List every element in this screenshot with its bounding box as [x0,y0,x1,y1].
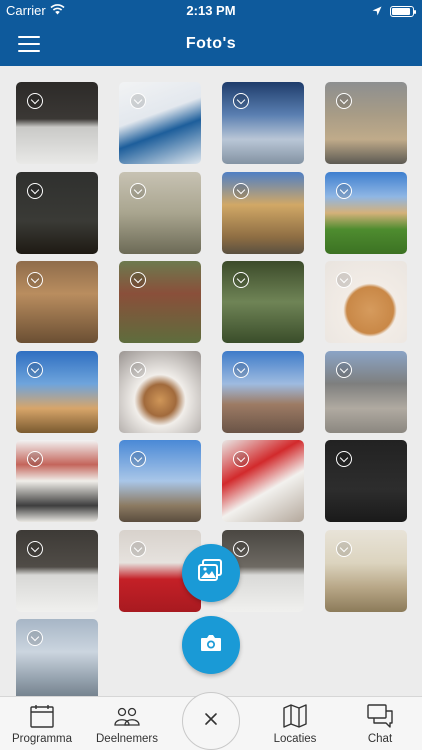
navigation-bar: Foto's [0,22,422,66]
chevron-down-icon[interactable] [336,540,352,557]
chevron-down-icon[interactable] [336,451,352,467]
tab-chat[interactable]: Chat [338,697,422,750]
tab-label: Chat [367,733,393,745]
photo-thumbnail[interactable] [16,82,98,164]
photo-thumbnail[interactable] [325,529,407,612]
location-arrow-icon [372,4,382,19]
chevron-down-icon[interactable] [233,540,249,557]
gallery-icon [197,558,225,589]
photo-thumbnail[interactable] [325,82,407,164]
battery-icon [390,6,416,17]
photo-thumbnail[interactable] [16,350,98,433]
chevron-down-icon[interactable] [27,93,43,109]
chevron-down-icon[interactable] [130,361,146,378]
photo-thumbnail[interactable] [119,171,201,254]
tab-programma[interactable]: Programma [0,697,84,750]
photo-thumbnail[interactable] [16,619,98,701]
photo-thumbnail[interactable] [325,171,407,254]
chevron-down-icon[interactable] [233,272,249,288]
chevron-down-icon[interactable] [233,93,249,109]
chevron-down-icon[interactable] [27,630,43,646]
photo-thumbnail[interactable] [222,440,304,522]
photo-thumbnail[interactable] [325,350,407,433]
calendar-icon [0,697,84,729]
photo-thumbnail[interactable] [222,171,304,254]
photo-thumbnail[interactable] [119,440,201,522]
chevron-down-icon[interactable] [130,451,146,467]
photo-thumbnail[interactable] [16,529,98,612]
photo-thumbnail[interactable] [16,171,98,254]
chevron-down-icon[interactable] [130,93,146,109]
camera-icon [200,634,222,657]
chevron-down-icon[interactable] [130,272,146,288]
photo-thumbnail[interactable] [16,440,98,522]
close-button[interactable] [182,692,240,750]
chevron-down-icon[interactable] [336,93,352,109]
photo-thumbnail[interactable] [119,261,201,343]
tab-label: Locaties [273,733,317,745]
status-time: 2:13 PM [186,3,236,18]
people-icon [84,697,170,729]
chevron-down-icon[interactable] [27,182,43,199]
chevron-down-icon[interactable] [233,182,249,199]
chevron-down-icon[interactable] [27,451,43,467]
chevron-down-icon[interactable] [130,182,146,199]
chevron-down-icon[interactable] [27,361,43,378]
photo-thumbnail[interactable] [16,261,98,343]
photo-thumbnail[interactable] [325,261,407,343]
map-icon [252,697,338,729]
photo-thumbnail[interactable] [119,350,201,433]
gallery-upload-button[interactable] [182,544,240,602]
chat-icon [338,697,422,729]
photo-thumbnail[interactable] [119,82,201,164]
page-title: Foto's [185,35,237,52]
camera-button[interactable] [182,616,240,674]
tab-locaties[interactable]: Locaties [252,697,338,750]
photo-thumbnail[interactable] [325,440,407,522]
chevron-down-icon[interactable] [130,540,146,557]
chevron-down-icon[interactable] [233,361,249,378]
chevron-down-icon[interactable] [27,272,43,288]
tab-deelnemers[interactable]: Deelnemers [84,697,170,750]
status-bar: Carrier 2:13 PM [0,0,422,22]
chevron-down-icon[interactable] [336,361,352,378]
photo-thumbnail[interactable] [222,350,304,433]
chevron-down-icon[interactable] [233,451,249,467]
chevron-down-icon[interactable] [27,540,43,557]
tab-label: Programma [11,733,73,745]
photo-thumbnail[interactable] [222,261,304,343]
photo-thumbnail[interactable] [222,82,304,164]
chevron-down-icon[interactable] [336,272,352,288]
close-icon [204,712,218,731]
tab-label: Deelnemers [96,733,158,745]
chevron-down-icon[interactable] [336,182,352,199]
